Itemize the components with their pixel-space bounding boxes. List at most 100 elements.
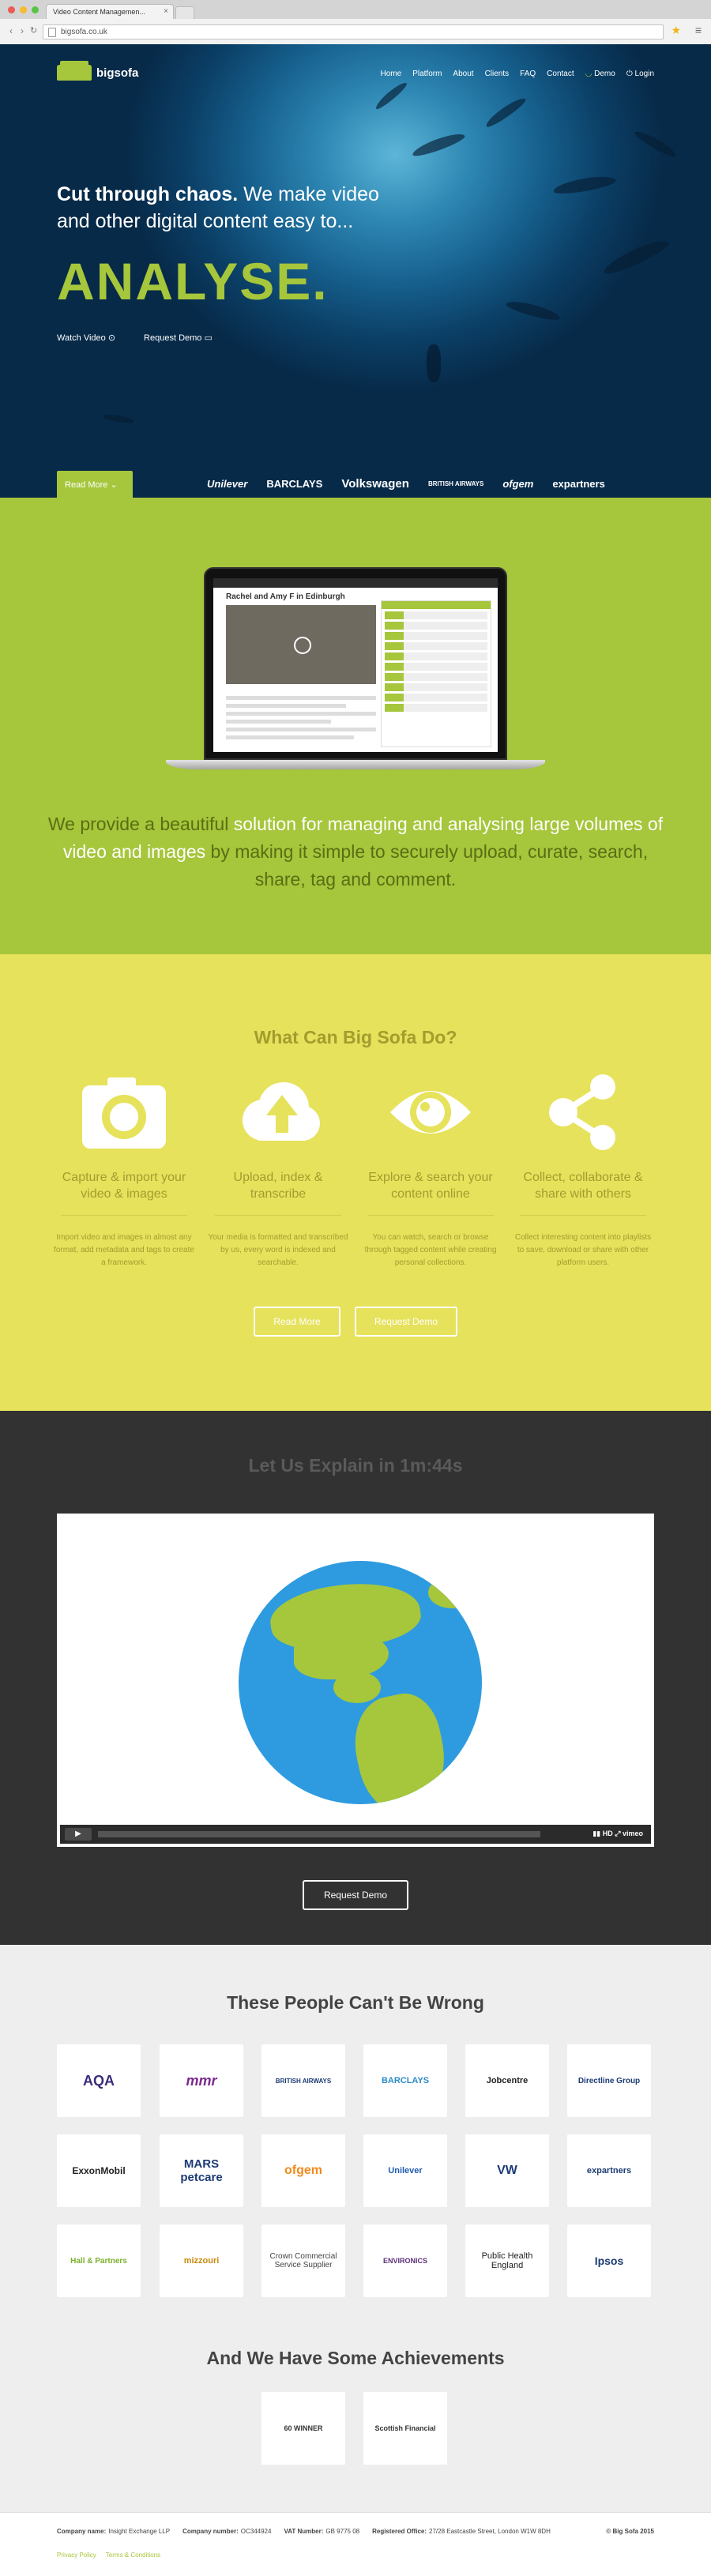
cloud-upload-icon [207, 1073, 349, 1152]
fish-decor [102, 412, 135, 425]
feature-desc: Collect interesting content into playlis… [514, 1233, 652, 1267]
bookmark-star-icon[interactable]: ★ [671, 24, 681, 37]
hd-toggle[interactable]: HD [603, 1830, 613, 1837]
page-icon [48, 28, 56, 37]
video-progress-bar[interactable] [98, 1831, 540, 1837]
feature-desc: Your media is formatted and transcribed … [208, 1233, 348, 1267]
client-logo-tile: Unilever [363, 2134, 447, 2207]
demo-icon: ◡ [585, 70, 592, 78]
maximize-window-icon[interactable] [32, 6, 39, 13]
client-logo-tile: ExxonMobil [57, 2134, 141, 2207]
feature-title: Collect, collaborate & share with others [523, 1171, 643, 1201]
privacy-policy-link[interactable]: Privacy Policy [57, 2552, 96, 2559]
fish-decor [633, 127, 679, 160]
terms-link[interactable]: Terms & Conditions [106, 2552, 160, 2559]
nav-login[interactable]: ⏻ Login [626, 70, 654, 78]
client-logo-tile: BARCLAYS [363, 2044, 447, 2117]
watch-video-link[interactable]: Watch Video ⊙ [57, 333, 115, 343]
hero-headline-1: Cut through chaos. We make video [57, 183, 379, 206]
intro-section: Rachel and Amy F in Edinburgh We provide… [0, 498, 711, 954]
hero-links: Watch Video ⊙ Request Demo ▭ [57, 333, 213, 343]
watch-video-label: Watch Video [57, 333, 106, 343]
feature-card: Explore & search your content online You… [359, 1073, 502, 1269]
footer-value: GB 9775 08 [325, 2528, 360, 2535]
explain-title: Let Us Explain in 1m:44s [248, 1455, 463, 1476]
login-icon: ⏻ [626, 70, 633, 78]
camera-icon [53, 1073, 195, 1152]
play-button[interactable]: ▶ [65, 1828, 92, 1841]
new-tab-button[interactable] [175, 6, 194, 19]
footer-company-number: Company number: OC344924 [182, 2528, 271, 2535]
fish-decor [373, 80, 409, 111]
hero-headline-2: and other digital content easy to... [57, 210, 354, 232]
feature-title: Explore & search your content online [368, 1171, 493, 1201]
read-more-label: Read More [65, 480, 108, 490]
reload-icon[interactable]: ↻ [30, 25, 37, 36]
diver-decor [427, 344, 441, 382]
fish-decor [552, 173, 617, 197]
site-logo[interactable]: bigsofa [57, 61, 139, 81]
client-logo-tile: Ipsos [567, 2224, 651, 2297]
nav-platform[interactable]: Platform [412, 70, 442, 78]
footer-copyright: © Big Sofa 2015 [606, 2528, 654, 2535]
footer-label: Registered Office: [372, 2528, 427, 2535]
hero-section: bigsofa Home Platform About Clients FAQ … [0, 44, 711, 498]
client-logo-tile: ofgem [261, 2134, 345, 2207]
footer-links: Privacy Policy Terms & Conditions [57, 2552, 160, 2559]
nav-demo[interactable]: ◡ Demo [585, 70, 615, 78]
features-title: What Can Big Sofa Do? [254, 1027, 457, 1047]
laptop-screen: Rachel and Amy F in Edinburgh [204, 567, 507, 760]
feature-card: Capture & import your video & images Imp… [53, 1073, 195, 1269]
explainer-video-player[interactable]: ▶ ▮▮ HD ⤢ vimeo [57, 1514, 654, 1847]
intro-text: We provide a beautiful solution for mana… [47, 810, 664, 893]
achievement-badge: Scottish Financial [363, 2392, 447, 2465]
fish-decor [483, 94, 529, 130]
intro-text-c: by making it simple to securely upload, … [205, 841, 649, 889]
client-logo-tile: Public Health England [465, 2224, 549, 2297]
request-demo-button[interactable]: Request Demo [355, 1307, 457, 1337]
app-topbar [213, 578, 498, 588]
request-demo-button[interactable]: Request Demo [303, 1880, 408, 1910]
minimize-window-icon[interactable] [20, 6, 27, 13]
client-logo-tile: Hall & Partners [57, 2224, 141, 2297]
nav-home[interactable]: Home [381, 70, 402, 78]
feature-title: Capture & import your video & images [62, 1171, 186, 1201]
tag-panel-header [382, 601, 491, 609]
volume-icon[interactable]: ▮▮ [592, 1830, 600, 1837]
hero-read-more-button[interactable]: Read More ⌄ [57, 471, 133, 498]
laptop-base [166, 760, 545, 769]
close-window-icon[interactable] [8, 6, 15, 13]
browser-tab[interactable]: Video Content Managemen... × [46, 4, 174, 19]
url-text: bigsofa.co.uk [61, 28, 107, 36]
browser-menu-icon[interactable]: ≡ [695, 24, 702, 36]
fullscreen-icon[interactable]: ⤢ [615, 1830, 620, 1837]
features-section: What Can Big Sofa Do? Capture & import y… [0, 954, 711, 1411]
nav-clients[interactable]: Clients [485, 70, 510, 78]
demo-label: Demo [594, 70, 615, 78]
forward-icon[interactable]: › [21, 25, 24, 36]
client-logo-tile: mmr [160, 2044, 243, 2117]
client-logo: Volkswagen [341, 477, 409, 491]
read-more-button[interactable]: Read More [254, 1307, 340, 1337]
nav-contact[interactable]: Contact [547, 70, 574, 78]
footer-value: 27/28 Eastcastle Street, London W1W 8DH [429, 2528, 551, 2535]
nav-faq[interactable]: FAQ [520, 70, 536, 78]
footer-company-info: Company name: Insight Exchange LLP Compan… [57, 2528, 551, 2535]
close-tab-icon[interactable]: × [164, 7, 168, 16]
logo-text: bigsofa [96, 66, 139, 80]
address-bar[interactable]: bigsofa.co.uk [43, 24, 664, 39]
hero-headline-bold: Cut through chaos. [57, 183, 239, 205]
request-demo-link[interactable]: Request Demo ▭ [144, 333, 213, 343]
feature-desc: Import video and images in almost any fo… [54, 1233, 194, 1267]
vimeo-logo[interactable]: vimeo [623, 1830, 643, 1837]
window-controls [8, 6, 39, 13]
monitor-icon: ▭ [204, 333, 213, 343]
site-footer: Company name: Insight Exchange LLP Compan… [0, 2512, 711, 2576]
client-logo-tile: ENVIRONICS [363, 2224, 447, 2297]
back-icon[interactable]: ‹ [9, 25, 13, 36]
browser-toolbar: ‹ › ↻ bigsofa.co.uk ★ ≡ [0, 19, 711, 44]
client-logo-tile: AQA [57, 2044, 141, 2117]
video-controls: ▶ ▮▮ HD ⤢ vimeo [60, 1825, 651, 1844]
nav-about[interactable]: About [453, 70, 473, 78]
clients-title: These People Can't Be Wrong [227, 1992, 484, 2013]
